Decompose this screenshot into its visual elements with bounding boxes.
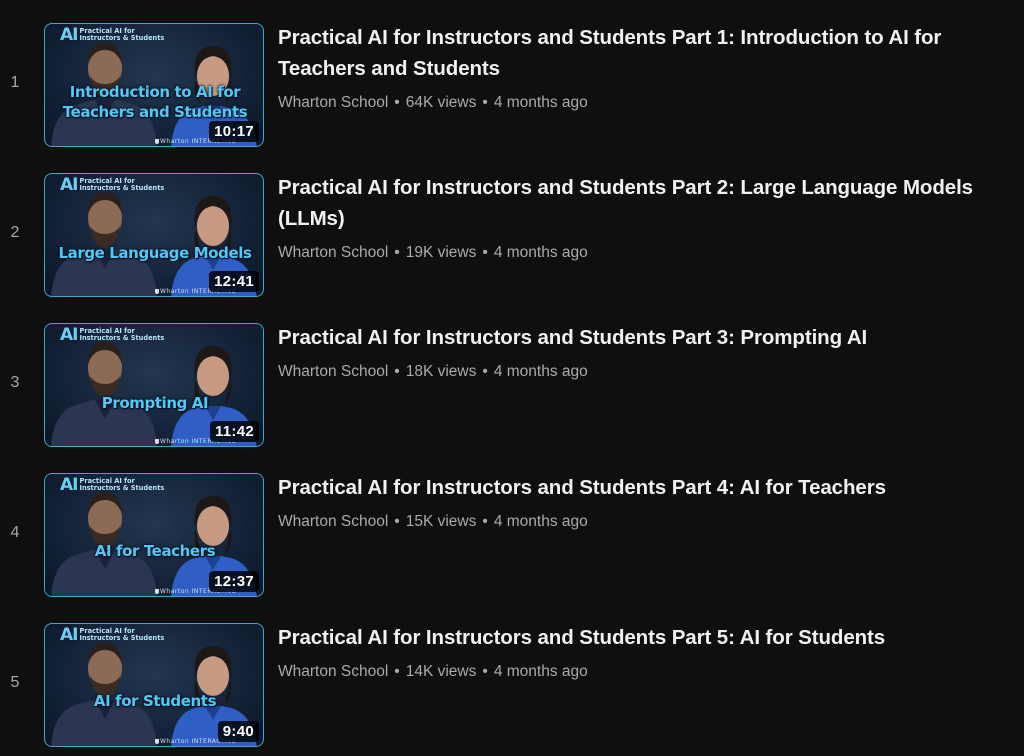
playlist-item[interactable]: 2 AI Practical AI for Instructors & Stud…: [0, 172, 1024, 302]
video-meta: Practical AI for Instructors and Student…: [278, 472, 1013, 531]
brand-text: Practical AI for Instructors & Students: [79, 327, 165, 343]
upload-age: 4 months ago: [493, 513, 588, 530]
wharton-shield-icon: [155, 739, 159, 744]
upload-age: 4 months ago: [493, 363, 588, 380]
thumbnail-overlay-text: Prompting AI: [101, 394, 209, 412]
video-title[interactable]: Practical AI for Instructors and Student…: [278, 472, 1013, 503]
video-thumbnail[interactable]: AI Practical AI for Instructors & Studen…: [44, 623, 264, 747]
view-count: 15K views: [405, 513, 477, 530]
view-count: 19K views: [405, 244, 477, 261]
separator: •: [482, 244, 488, 261]
wharton-shield-icon: [155, 139, 159, 144]
thumbnail-brand: AI Practical AI for Instructors & Studen…: [60, 477, 164, 494]
brand-text: Practical AI for Instructors & Students: [79, 627, 165, 643]
thumbnail-brand: AI Practical AI for Instructors & Studen…: [60, 327, 164, 344]
video-title[interactable]: Practical AI for Instructors and Student…: [278, 322, 1013, 353]
video-title[interactable]: Practical AI for Instructors and Student…: [278, 622, 1013, 653]
brand-text: Practical AI for Instructors & Students: [79, 177, 165, 193]
ai-logo: AI: [60, 625, 79, 645]
duration-badge: 9:40: [217, 721, 259, 742]
duration-badge: 12:37: [209, 571, 259, 592]
brand-text: Practical AI for Instructors & Students: [79, 477, 165, 493]
item-index: 4: [10, 524, 20, 541]
upload-age: 4 months ago: [493, 244, 588, 261]
item-index: 5: [10, 674, 20, 691]
thumbnail-brand: AI Practical AI for Instructors & Studen…: [60, 177, 164, 194]
separator: •: [482, 513, 488, 530]
video-subtitle: Wharton School • 18K views • 4 months ago: [278, 363, 1013, 381]
separator: •: [394, 363, 400, 380]
playlist-item[interactable]: 1 AI Practical AI for Instructors & Stud…: [0, 22, 1024, 152]
video-thumbnail[interactable]: AI Practical AI for Instructors & Studen…: [44, 23, 264, 147]
separator: •: [394, 663, 400, 680]
ai-logo: AI: [60, 25, 79, 45]
view-count: 14K views: [405, 663, 477, 680]
separator: •: [394, 244, 400, 261]
thumbnail-overlay-text: AI for Students: [93, 692, 217, 710]
video-subtitle: Wharton School • 14K views • 4 months ago: [278, 663, 1013, 681]
thumbnail-overlay-text: Large Language Models: [58, 244, 252, 262]
thumbnail-brand: AI Practical AI for Instructors & Studen…: [60, 627, 164, 644]
ai-logo: AI: [60, 325, 79, 345]
brand-text: Practical AI for Instructors & Students: [79, 27, 165, 43]
separator: •: [394, 513, 400, 530]
item-index: 3: [10, 374, 20, 391]
playlist-item[interactable]: 4 AI Practical AI for Instructors & Stud…: [0, 472, 1024, 602]
video-thumbnail[interactable]: AI Practical AI for Instructors & Studen…: [44, 173, 264, 297]
separator: •: [482, 363, 488, 380]
separator: •: [394, 94, 400, 111]
item-index: 1: [10, 74, 20, 91]
playlist-item[interactable]: 5 AI Practical AI for Instructors & Stud…: [0, 622, 1024, 752]
channel-name[interactable]: Wharton School: [278, 94, 388, 111]
wharton-shield-icon: [155, 289, 159, 294]
wharton-shield-icon: [155, 439, 159, 444]
upload-age: 4 months ago: [493, 663, 588, 680]
video-thumbnail[interactable]: AI Practical AI for Instructors & Studen…: [44, 473, 264, 597]
video-meta: Practical AI for Instructors and Student…: [278, 322, 1013, 381]
ai-logo: AI: [60, 175, 79, 195]
video-subtitle: Wharton School • 15K views • 4 months ago: [278, 513, 1013, 531]
thumbnail-brand: AI Practical AI for Instructors & Studen…: [60, 27, 164, 44]
video-title[interactable]: Practical AI for Instructors and Student…: [278, 22, 1013, 84]
channel-name[interactable]: Wharton School: [278, 663, 388, 680]
separator: •: [482, 663, 488, 680]
duration-badge: 11:42: [209, 421, 259, 442]
view-count: 18K views: [405, 363, 477, 380]
channel-name[interactable]: Wharton School: [278, 244, 388, 261]
video-thumbnail[interactable]: AI Practical AI for Instructors & Studen…: [44, 323, 264, 447]
item-index: 2: [10, 224, 20, 241]
video-meta: Practical AI for Instructors and Student…: [278, 22, 1013, 112]
channel-name[interactable]: Wharton School: [278, 363, 388, 380]
duration-badge: 12:41: [209, 271, 259, 292]
playlist-item[interactable]: 3 AI Practical AI for Instructors & Stud…: [0, 322, 1024, 452]
channel-name[interactable]: Wharton School: [278, 513, 388, 530]
thumbnail-overlay-text: Introduction to AI for Teachers and Stud…: [62, 83, 248, 121]
view-count: 64K views: [405, 94, 477, 111]
video-subtitle: Wharton School • 19K views • 4 months ago: [278, 244, 1013, 262]
video-meta: Practical AI for Instructors and Student…: [278, 622, 1013, 681]
upload-age: 4 months ago: [493, 94, 588, 111]
thumbnail-overlay-text: AI for Teachers: [94, 542, 216, 560]
video-title[interactable]: Practical AI for Instructors and Student…: [278, 172, 1013, 234]
playlist: 1 AI Practical AI for Instructors & Stud…: [0, 0, 1024, 756]
ai-logo: AI: [60, 475, 79, 495]
separator: •: [482, 94, 488, 111]
video-meta: Practical AI for Instructors and Student…: [278, 172, 1013, 262]
video-subtitle: Wharton School • 64K views • 4 months ago: [278, 94, 1013, 112]
duration-badge: 10:17: [209, 121, 259, 142]
wharton-shield-icon: [155, 589, 159, 594]
